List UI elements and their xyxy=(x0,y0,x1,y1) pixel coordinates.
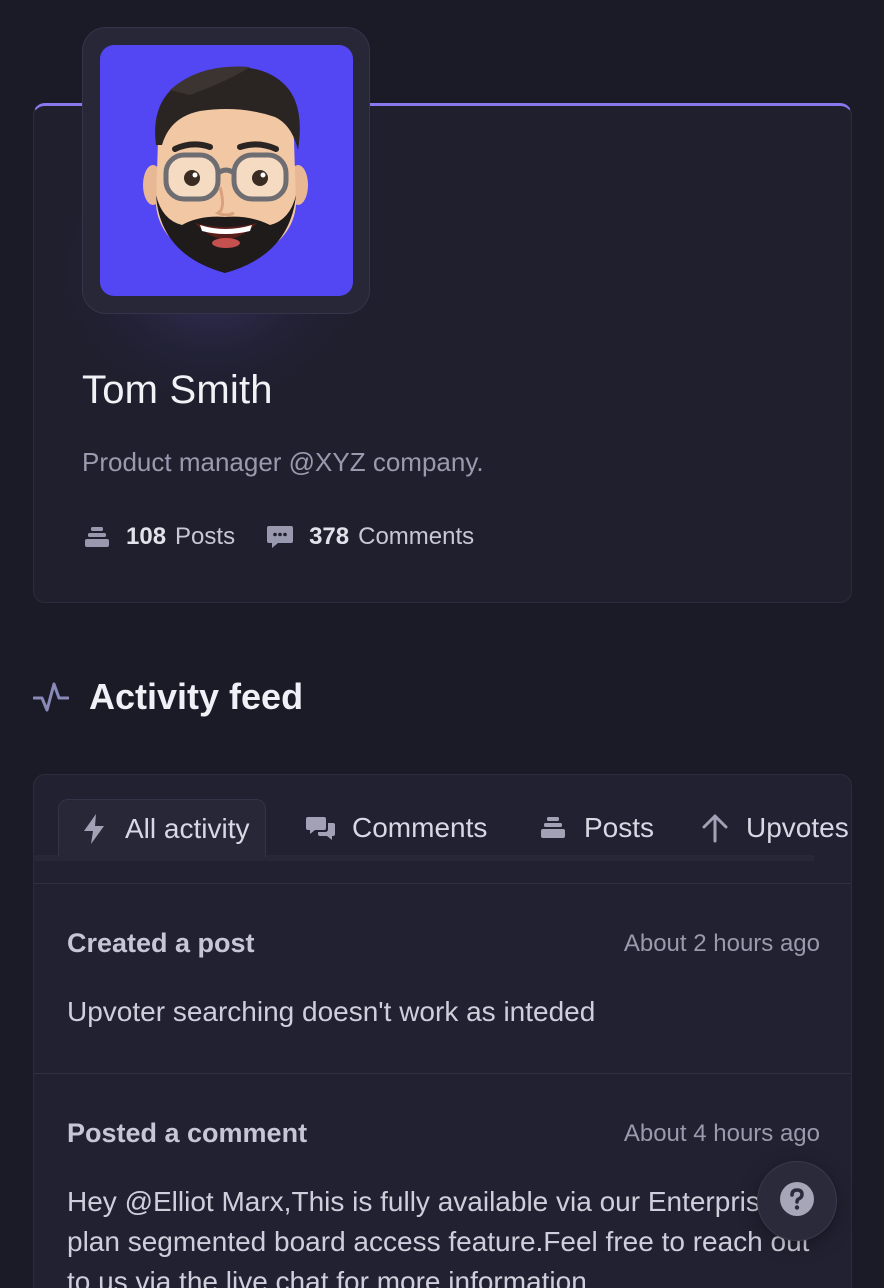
activity-body: Upvoter searching doesn't work as intede… xyxy=(67,996,596,1027)
activity-feed-heading: Activity feed xyxy=(33,676,303,718)
activity-pulse-icon xyxy=(33,678,71,716)
activity-time: About 4 hours ago xyxy=(623,1119,820,1147)
profile-stats: 108 Posts 378 Comments xyxy=(82,522,504,552)
tab-label: Upvotes xyxy=(746,812,849,843)
posts-stat[interactable]: 108 Posts xyxy=(82,522,235,552)
help-button[interactable] xyxy=(757,1161,837,1241)
tab-posts[interactable]: Posts xyxy=(536,799,654,857)
bolt-icon xyxy=(77,812,111,846)
profile-page: Tom Smith Product manager @XYZ company. … xyxy=(0,0,884,1288)
comments-count: 378 xyxy=(309,523,350,550)
profile-bio: Product manager @XYZ company. xyxy=(82,447,484,477)
comments-label: Comments xyxy=(358,523,475,550)
activity-body: Hey @Elliot Marx,This is fully available… xyxy=(67,1186,810,1288)
activity-feed-card: All activity Comments Posts Upvotes Crea… xyxy=(33,774,852,1288)
activity-feed-title: Activity feed xyxy=(89,676,304,717)
activity-action: Posted a comment xyxy=(67,1118,308,1148)
posts-label: Posts xyxy=(175,523,236,550)
tab-label: Posts xyxy=(584,812,655,843)
tab-label: All activity xyxy=(125,812,250,844)
stack-icon xyxy=(82,522,112,552)
tab-upvotes[interactable]: Upvotes xyxy=(698,799,849,857)
activity-item[interactable]: Posted a comment About 4 hours ago Hey @… xyxy=(34,1074,851,1288)
activity-time: About 2 hours ago xyxy=(623,929,820,957)
comment-bubble-icon xyxy=(265,522,295,552)
avatar-frame xyxy=(82,27,370,314)
stack-icon xyxy=(536,811,570,845)
profile-name: Tom Smith xyxy=(82,368,273,412)
activity-tabs: All activity Comments Posts Upvotes xyxy=(34,775,851,883)
comments-stat[interactable]: 378 Comments xyxy=(265,522,474,552)
comments-icon xyxy=(304,811,338,845)
activity-action: Created a post xyxy=(67,928,255,958)
activity-item[interactable]: Created a post About 2 hours ago Upvoter… xyxy=(34,884,851,1072)
tab-all-activity[interactable]: All activity xyxy=(58,799,267,857)
avatar xyxy=(100,45,353,296)
posts-count: 108 xyxy=(126,523,167,550)
tab-comments[interactable]: Comments xyxy=(304,799,487,857)
arrow-up-icon xyxy=(698,811,732,845)
question-mark-icon xyxy=(779,1181,815,1222)
tab-label: Comments xyxy=(352,812,488,843)
